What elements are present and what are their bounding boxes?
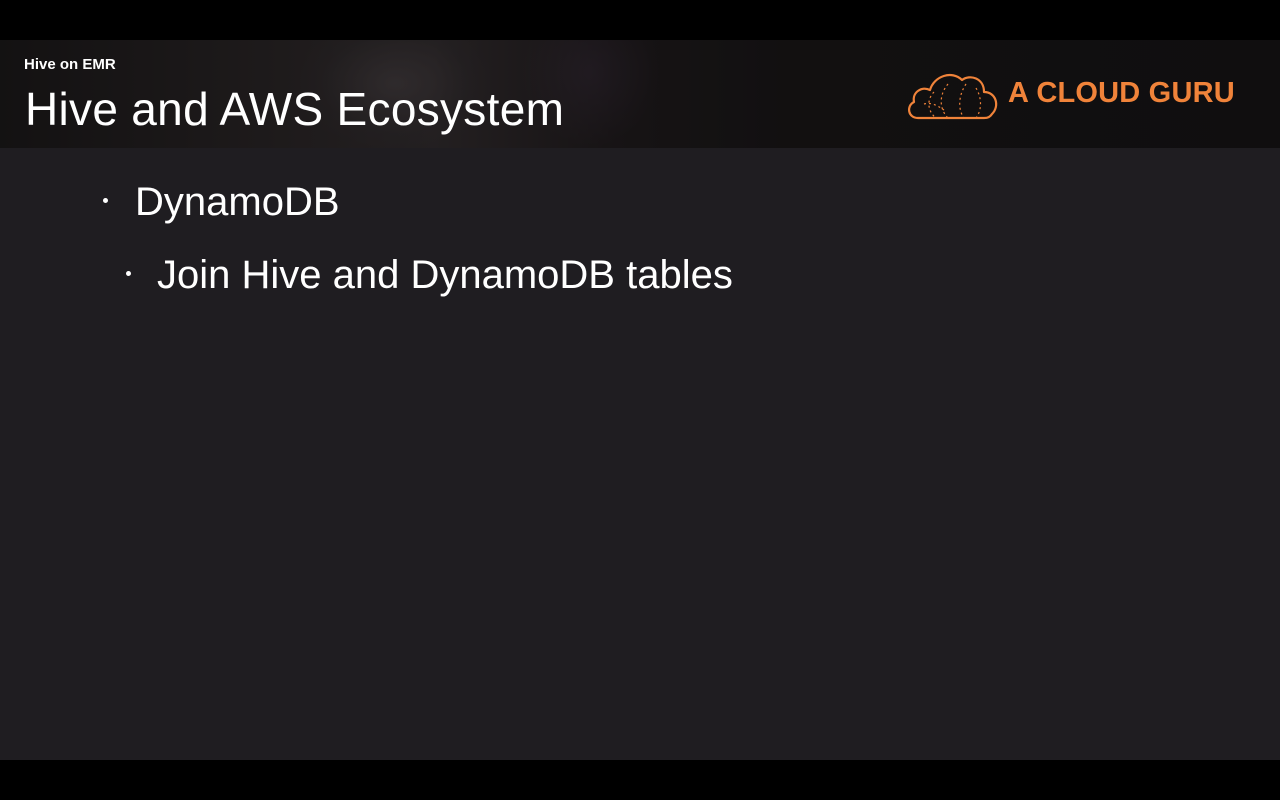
cloud-icon xyxy=(908,73,998,120)
slide: Hive on EMR Hive and AWS Ecosystem A CLO… xyxy=(0,40,1280,760)
bullet-text: DynamoDB xyxy=(135,180,340,224)
bullet-item-level-2: Join Hive and DynamoDB tables xyxy=(126,253,733,298)
bullet-item-level-1: DynamoDB xyxy=(103,180,340,225)
bullet-dot-icon xyxy=(103,197,108,203)
letterbox-bottom xyxy=(0,760,1280,800)
logo: A CLOUD GURU xyxy=(904,66,1244,122)
bullet-dot-icon xyxy=(126,270,131,276)
slide-title: Hive and AWS Ecosystem xyxy=(25,83,565,135)
logo-text: A CLOUD GURU xyxy=(1008,77,1235,109)
bullet-text: Join Hive and DynamoDB tables xyxy=(157,253,733,297)
letterbox-top xyxy=(0,0,1280,40)
slide-subtitle: Hive on EMR xyxy=(24,56,116,73)
